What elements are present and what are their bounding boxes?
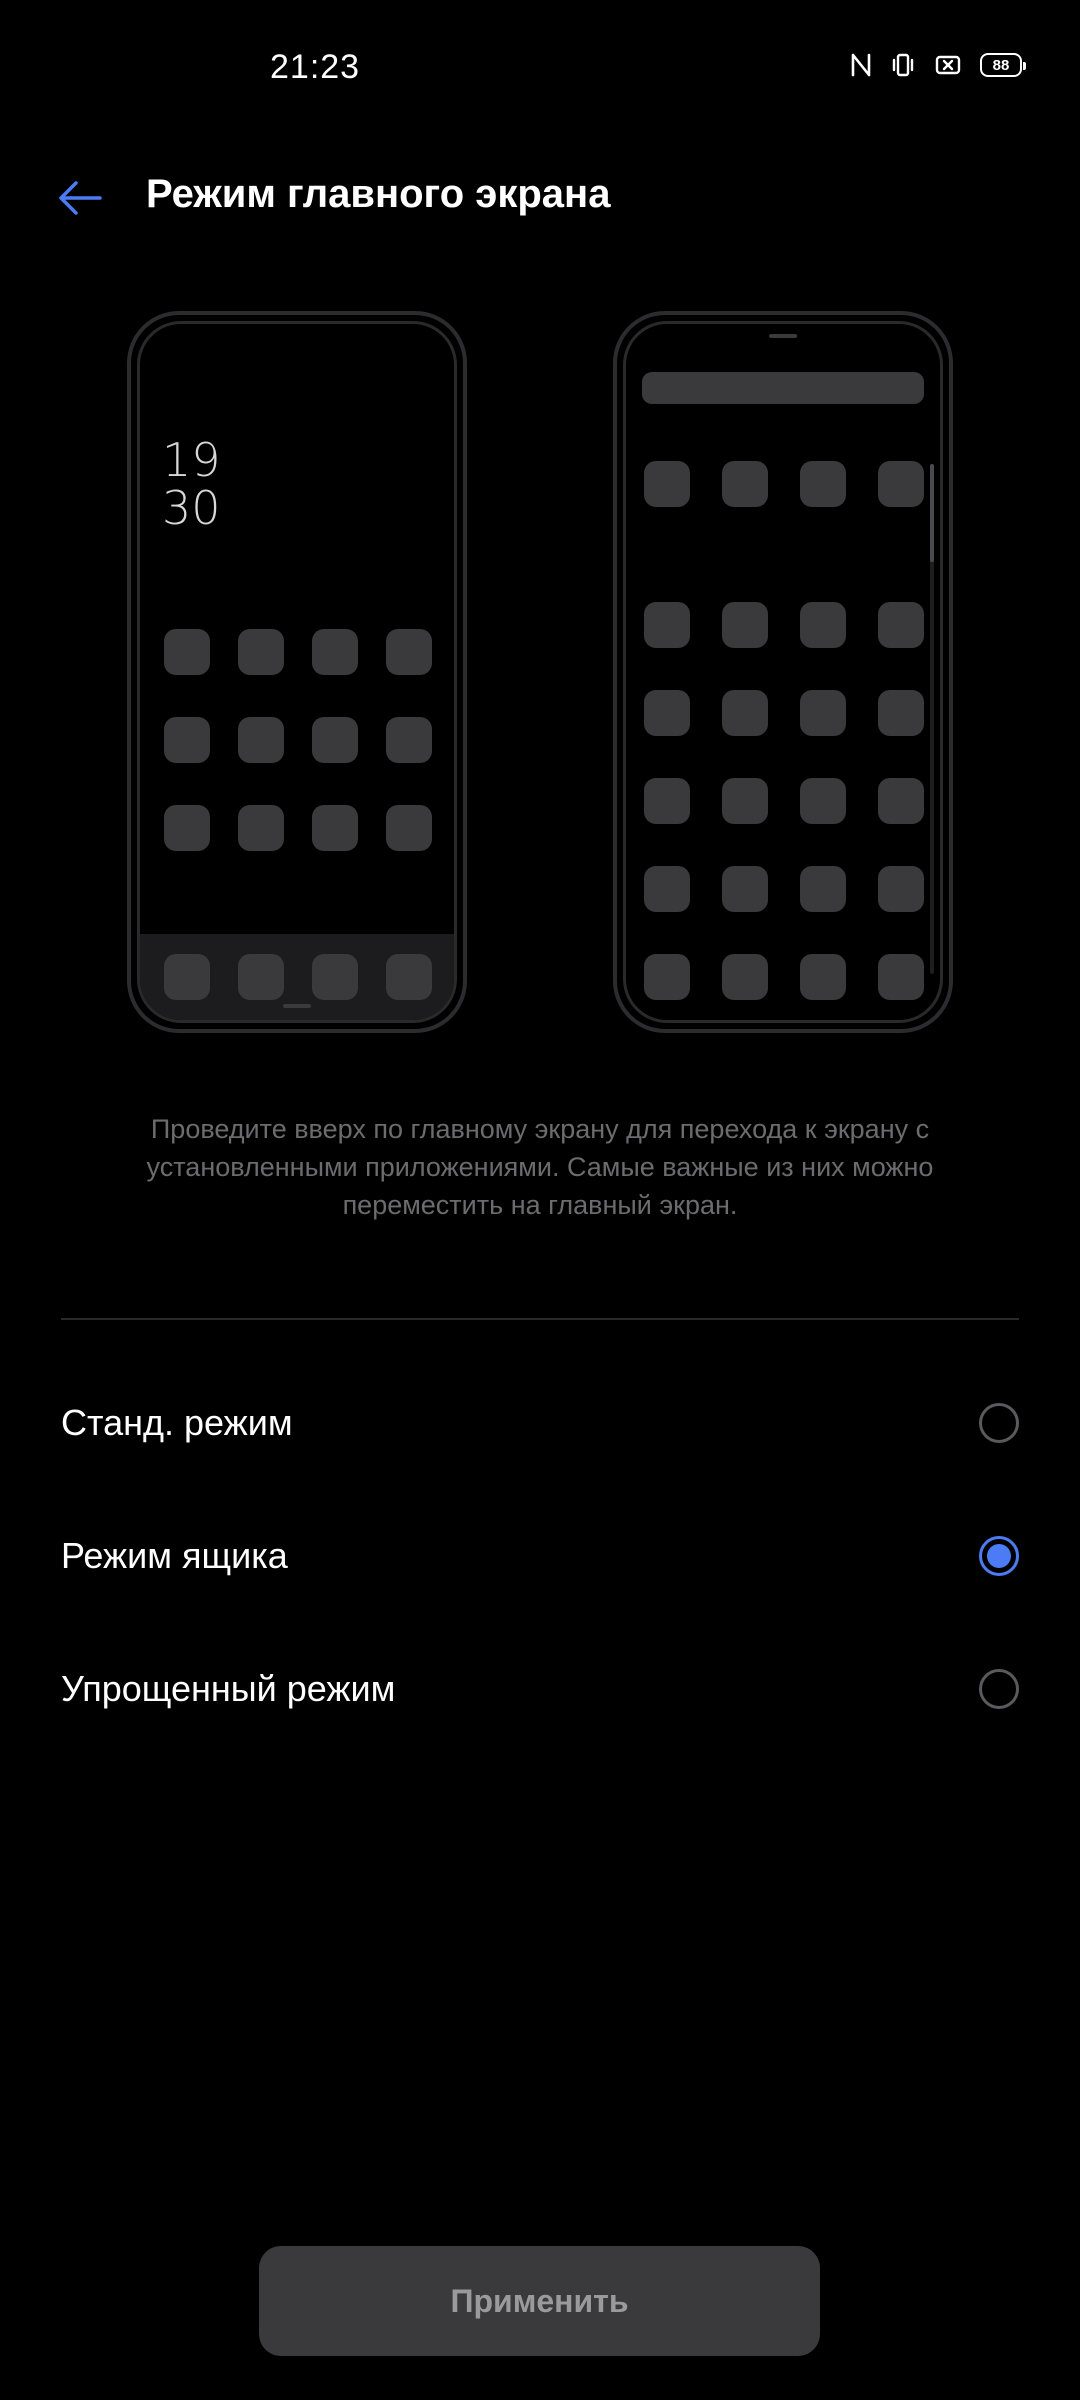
option-label: Станд. режим xyxy=(61,1402,293,1443)
app-icon-placeholder xyxy=(386,717,432,763)
app-icon-placeholder xyxy=(238,629,284,675)
standard-mode-preview: 19 30 xyxy=(127,311,467,1033)
option-label: Режим ящика xyxy=(61,1535,288,1576)
standard-preview-screen: 19 30 xyxy=(137,321,457,1023)
battery-level: 88 xyxy=(992,56,1010,74)
app-icon-placeholder xyxy=(878,778,924,824)
preview-dock xyxy=(140,934,454,1020)
option-label: Упрощенный режим xyxy=(61,1668,396,1709)
app-icon-placeholder xyxy=(164,717,210,763)
app-icon-placeholder xyxy=(722,778,768,824)
page-title: Режим главного экрана xyxy=(146,172,611,216)
app-icon-placeholder xyxy=(644,954,690,1000)
app-icon-placeholder xyxy=(878,461,924,507)
status-time: 21:23 xyxy=(270,48,361,86)
radio-button[interactable] xyxy=(979,1403,1019,1443)
radio-button-selected[interactable] xyxy=(979,1536,1019,1576)
drawer-handle xyxy=(769,334,797,338)
app-icon-placeholder xyxy=(800,866,846,912)
app-icon-placeholder xyxy=(800,690,846,736)
option-standard-mode[interactable]: Станд. режим xyxy=(0,1363,1080,1483)
app-icon-placeholder xyxy=(878,602,924,648)
nfc-icon xyxy=(850,52,872,78)
app-icon-placeholder xyxy=(722,602,768,648)
option-drawer-mode[interactable]: Режим ящика xyxy=(0,1496,1080,1616)
app-icon-placeholder xyxy=(238,717,284,763)
no-sim-icon xyxy=(934,53,962,77)
app-icon-placeholder xyxy=(312,717,358,763)
mode-description: Проведите вверх по главному экрану для п… xyxy=(146,1114,934,1220)
arrow-left-icon xyxy=(59,181,102,215)
status-bar: 21:23 88 xyxy=(0,0,1080,140)
dock-icon-placeholder xyxy=(312,954,358,1000)
app-icon-placeholder xyxy=(722,690,768,736)
apply-button[interactable]: Применить xyxy=(259,2246,820,2356)
back-button[interactable] xyxy=(52,170,108,226)
dock-icon-placeholder xyxy=(164,954,210,1000)
app-icon-placeholder xyxy=(800,461,846,507)
preview-search-bar xyxy=(642,372,924,404)
app-icon-placeholder xyxy=(800,778,846,824)
divider xyxy=(61,1318,1019,1320)
app-icon-placeholder xyxy=(878,690,924,736)
radio-button[interactable] xyxy=(979,1669,1019,1709)
apply-button-label: Применить xyxy=(450,2282,629,2319)
preview-clock-minute: 30 xyxy=(162,481,221,535)
app-icon-placeholder xyxy=(644,690,690,736)
app-icon-placeholder xyxy=(386,805,432,851)
app-icon-placeholder xyxy=(878,866,924,912)
vibrate-icon xyxy=(890,52,916,78)
app-icon-placeholder xyxy=(878,954,924,1000)
app-icon-placeholder xyxy=(644,778,690,824)
status-icons: 88 xyxy=(850,52,1026,78)
app-icon-placeholder xyxy=(722,954,768,1000)
app-icon-placeholder xyxy=(312,629,358,675)
app-icon-placeholder xyxy=(644,602,690,648)
dock-icon-placeholder xyxy=(238,954,284,1000)
app-icon-placeholder xyxy=(722,461,768,507)
app-icon-placeholder xyxy=(238,805,284,851)
drawer-preview-screen xyxy=(623,321,943,1023)
preview-clock-hour: 19 xyxy=(162,433,221,487)
preview-scroll-thumb xyxy=(930,464,934,562)
app-icon-placeholder xyxy=(386,629,432,675)
app-icon-placeholder xyxy=(312,805,358,851)
app-icon-placeholder xyxy=(644,461,690,507)
app-icon-placeholder xyxy=(800,954,846,1000)
dock-icon-placeholder xyxy=(386,954,432,1000)
drawer-mode-preview xyxy=(613,311,953,1033)
app-icon-placeholder xyxy=(722,866,768,912)
home-indicator xyxy=(283,1004,311,1008)
app-icon-placeholder xyxy=(164,629,210,675)
preview-clock: 19 30 xyxy=(162,436,221,532)
app-icon-placeholder xyxy=(800,602,846,648)
battery-icon: 88 xyxy=(980,53,1026,77)
app-icon-placeholder xyxy=(164,805,210,851)
option-simple-mode[interactable]: Упрощенный режим xyxy=(0,1629,1080,1749)
app-icon-placeholder xyxy=(644,866,690,912)
